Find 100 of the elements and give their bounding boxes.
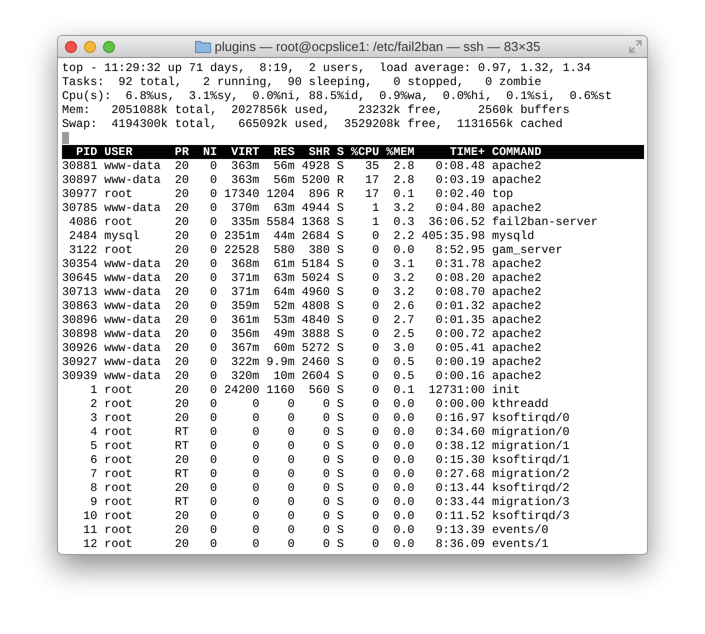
table-cell: 30939 [62, 369, 98, 383]
table-cell-text: 0 [209, 439, 218, 453]
table-cell-text: 0 [322, 425, 330, 439]
table-cell-text: 7 [89, 467, 98, 481]
table-cell-text: 0 [371, 257, 380, 271]
column-header: COMMAND [492, 145, 542, 159]
table-cell-text: 0:01.32 [434, 299, 485, 313]
table-cell-text: 367m [230, 341, 260, 355]
table-cell-text: 0.1 [392, 187, 414, 201]
table-cell-text: 2 [89, 397, 98, 411]
table-cell-text: events/0 [492, 523, 550, 537]
column-header: NI [202, 145, 218, 159]
table-cell: 5272 [302, 341, 330, 355]
folder-icon [194, 40, 211, 53]
table-cell-text: 0 [371, 439, 380, 453]
table-cell: www-data [104, 327, 161, 341]
table-cell-text: 0:16.97 [434, 411, 485, 425]
table-cell-text: 0 [209, 159, 218, 173]
table-cell-text: 1 [89, 383, 98, 397]
table-cell-text: 896 [308, 187, 330, 201]
table-cell-text: 0 [251, 523, 260, 537]
table-cell-text: apache2 [492, 355, 542, 369]
table-cell: 24200 [224, 383, 260, 397]
table-cell-text: 3.2 [392, 201, 414, 215]
table-cell: 2351m [224, 229, 260, 243]
table-cell-text: RT [174, 439, 189, 453]
table-cell-text: 0.0 [392, 425, 414, 439]
column-header: TIME+ [448, 145, 485, 159]
table-cell: 30713 [62, 285, 98, 299]
fullscreen-icon[interactable] [629, 40, 642, 53]
table-cell-text: 63m [272, 201, 295, 215]
table-cell-text: 20 [174, 509, 189, 523]
table-cell-text: 0.0 [392, 411, 414, 425]
table-cell-text: 0 [209, 327, 218, 341]
table-cell-text: 20 [174, 257, 189, 271]
table-cell-text: 0:08.48 [434, 159, 485, 173]
table-cell-text: 371m [230, 285, 260, 299]
table-cell-text: 0:08.70 [434, 285, 485, 299]
table-cell: 30645 [62, 271, 98, 285]
table-cell-text: 1 [371, 215, 380, 229]
table-cell: 5184 [302, 257, 330, 271]
table-cell-text: 0:15.30 [434, 453, 485, 467]
table-cell-text: 20 [174, 411, 189, 425]
column-header: SHR [308, 145, 330, 159]
table-cell: 30977 [62, 187, 98, 201]
table-cell-text: 0:34.60 [434, 425, 485, 439]
table-cell-text: 0 [209, 285, 218, 299]
table-cell: 5200 [302, 173, 330, 187]
table-cell: R [336, 173, 344, 187]
table-cell-text: 0 [322, 537, 330, 551]
table-cell-text: 0:31.78 [434, 257, 485, 271]
summary-line: Mem: 2051088k total, 2027856k used, 23232k free, 2560k buffers [62, 103, 571, 117]
table-cell: S [336, 327, 344, 341]
table-cell-text: 0 [371, 299, 380, 313]
table-cell-text: 0.5 [392, 355, 414, 369]
column-header: PID [75, 145, 98, 159]
table-cell-text: 52m [272, 299, 295, 313]
table-cell-text: 3 [89, 411, 98, 425]
table-cell-text: mysqld [492, 229, 536, 243]
table-cell: 1160 [266, 383, 295, 397]
table-cell-text: 0 [251, 397, 260, 411]
table-cell: S [336, 369, 344, 383]
close-button[interactable] [65, 40, 77, 52]
column-header: S [336, 145, 344, 159]
table-cell: 4808 [302, 299, 330, 313]
table-cell-text: 0 [209, 243, 218, 257]
table-cell-text: 0.1 [392, 383, 414, 397]
table-cell-text: 0 [371, 425, 380, 439]
table-cell-text: 0 [286, 509, 295, 523]
table-cell-text: migration/1 [492, 439, 571, 453]
table-cell-text: 0 [322, 495, 330, 509]
table-cell: S [336, 439, 344, 453]
table-cell-text: 20 [174, 173, 189, 187]
table-cell-text: 2.8 [392, 159, 414, 173]
table-cell-text: 0 [209, 187, 218, 201]
table-cell-text: 0 [286, 425, 295, 439]
table-cell-text: RT [174, 467, 189, 481]
table-cell: R [336, 187, 344, 201]
minimize-button[interactable] [84, 40, 96, 52]
table-cell-text: 20 [174, 341, 189, 355]
table-cell-text: 20 [174, 355, 189, 369]
table-cell-text: 0 [286, 523, 295, 537]
table-cell: www-data [104, 355, 161, 369]
table-cell-text: 0:00.72 [434, 327, 485, 341]
table-cell-text: 0:38.12 [434, 439, 485, 453]
table-cell-text: ksoftirqd/3 [492, 509, 571, 523]
table-cell-text: 0 [209, 467, 218, 481]
table-cell-text: 0 [209, 355, 218, 369]
table-cell-text: 0:00.00 [434, 397, 485, 411]
table-cell-text: 20 [174, 243, 189, 257]
table-cell-text: 0 [209, 523, 218, 537]
table-cell-text: 3.1 [392, 257, 414, 271]
summary-line: Cpu(s): 6.8%us, 3.1%sy, 0.0%ni, 88.5%id, 0.9%wa, 0.0%hi, 0.1%si, 0.6%st [62, 89, 613, 103]
table-cell-text: 20 [174, 327, 189, 341]
table-cell-text: 0 [209, 229, 218, 243]
table-cell-text: apache2 [492, 201, 542, 215]
zoom-button[interactable] [103, 40, 115, 52]
table-cell-text: 20 [174, 369, 189, 383]
table-cell-text: 0 [209, 509, 218, 523]
table-cell-text: 0:27.68 [434, 467, 485, 481]
